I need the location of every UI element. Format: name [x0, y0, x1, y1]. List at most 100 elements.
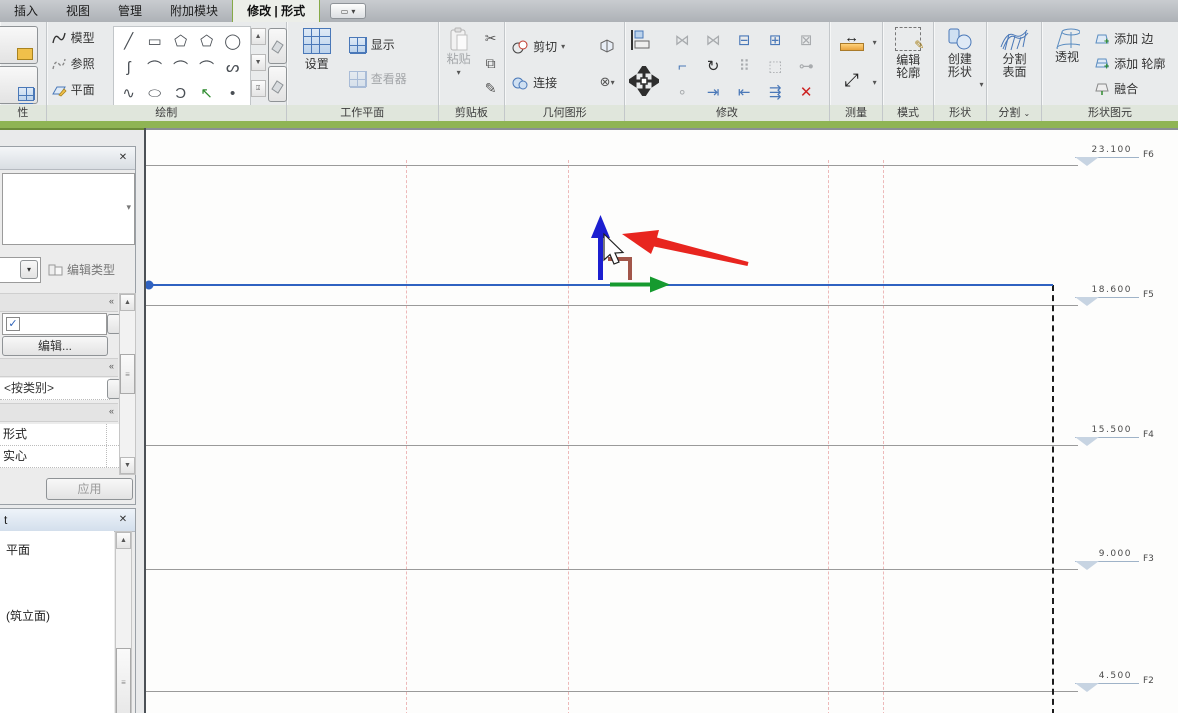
- close-icon[interactable]: ✕: [115, 150, 131, 165]
- join-geometry-button[interactable]: 连接: [511, 74, 557, 91]
- chevron-down-icon[interactable]: ▾: [979, 80, 983, 89]
- measure-between-refs-button[interactable]: ↔: [834, 28, 870, 56]
- modify-tool-array[interactable]: ⠿: [731, 54, 757, 78]
- gallery-expand[interactable]: ⍗: [251, 80, 266, 97]
- modify-tool-mirror-pick-axis[interactable]: ⋈: [669, 28, 695, 52]
- draw-reference-button[interactable]: 参照: [51, 55, 95, 72]
- modify-tool-mirror-draw-axis[interactable]: ⋈: [700, 28, 726, 52]
- ribbon-display-toggle[interactable]: ▭ ▾: [330, 3, 366, 19]
- move-button[interactable]: [627, 64, 661, 98]
- chevron-down-icon: ▾: [457, 66, 461, 79]
- browser-item-(筑立面)[interactable]: (筑立面): [6, 607, 50, 624]
- edit-type-button[interactable]: 编辑类型: [48, 261, 115, 278]
- paste-button[interactable]: 粘贴 ▾: [443, 27, 475, 79]
- draw-tool-inscribed-polygon[interactable]: ⬠: [169, 29, 193, 53]
- scrollbar-thumb[interactable]: ≡: [116, 648, 131, 713]
- draw-on-plane-button[interactable]: [268, 66, 287, 102]
- xray-button[interactable]: 透视: [1046, 27, 1088, 64]
- draw-model-button[interactable]: 模型: [51, 29, 95, 46]
- draw-plane-button[interactable]: 平面: [51, 81, 95, 98]
- modify-tool-trim-extend-corner[interactable]: ⇥: [700, 80, 726, 104]
- clipboard-tool-match-type[interactable]: ✎: [479, 76, 503, 100]
- scroll-up-icon[interactable]: ▲: [120, 294, 135, 311]
- scroll-up-icon[interactable]: ▲: [116, 532, 131, 549]
- add-edge-button[interactable]: + 添加 边: [1094, 30, 1153, 47]
- ribbon-tab-视图[interactable]: 视图: [52, 0, 104, 22]
- ribbon-tab-管理[interactable]: 管理: [104, 0, 156, 22]
- draw-tool-pick-lines[interactable]: ↖: [195, 81, 219, 105]
- checkbox-checked-icon[interactable]: ✓: [6, 317, 20, 331]
- ribbon-tab-附加模块[interactable]: 附加模块: [156, 0, 232, 22]
- add-profile-button[interactable]: + 添加 轮廓: [1094, 55, 1165, 72]
- divide-surface-button[interactable]: 分割表面: [994, 27, 1034, 79]
- viewer-button[interactable]: 查看器: [349, 70, 407, 87]
- close-icon[interactable]: ✕: [115, 512, 131, 527]
- cut-geometry-button[interactable]: 剪切 ▾: [511, 38, 565, 55]
- draw-tool-line[interactable]: ╱: [117, 29, 141, 53]
- draw-tool-point[interactable]: •: [221, 81, 245, 105]
- chevron-down-icon[interactable]: ▾: [873, 78, 877, 87]
- draw-tool-circle[interactable]: ◯: [221, 29, 245, 53]
- properties-scrollbar[interactable]: ▲ ≡ ▼: [119, 293, 136, 475]
- clipboard-tool-copy[interactable]: ⧉: [479, 51, 503, 75]
- edit-button[interactable]: 编辑...: [2, 336, 108, 356]
- gallery-scroll-down[interactable]: ▼: [251, 54, 266, 71]
- draw-tool-start-end-radius-arc[interactable]: ⌒: [169, 55, 193, 79]
- modify-tool-trim-corner[interactable]: ∘: [669, 80, 695, 104]
- properties-partial-button-top[interactable]: [0, 26, 38, 64]
- parameter-row-形式[interactable]: 形式: [0, 424, 121, 446]
- instance-group-header[interactable]: «: [0, 293, 118, 312]
- modify-tool-delete[interactable]: ✕: [793, 80, 819, 104]
- draw-tool-fillet-arc[interactable]: ʃ: [117, 55, 141, 79]
- panel-launcher-icon[interactable]: ⌄: [1023, 109, 1030, 118]
- search-combo[interactable]: ▾: [0, 257, 41, 283]
- modify-tool-offset[interactable]: ⌐: [669, 54, 695, 78]
- draw-tool-tangent-end-arc[interactable]: ⌒: [195, 55, 219, 79]
- ribbon-tab-插入[interactable]: 插入: [0, 0, 52, 22]
- browser-item-平面[interactable]: 平面: [6, 541, 30, 558]
- identity-group-header[interactable]: «: [0, 403, 118, 422]
- ribbon-tab-active[interactable]: 修改 | 形式: [232, 0, 320, 22]
- demolish-button[interactable]: ⊗▾: [595, 70, 619, 94]
- browser-scrollbar[interactable]: ▲ ≡: [115, 531, 132, 713]
- draw-tool-rectangle[interactable]: ▭: [143, 29, 167, 53]
- dissolve-button[interactable]: 融合: [1094, 80, 1138, 97]
- create-form-button[interactable]: 创建形状: [940, 27, 980, 79]
- panel-label: 性: [0, 105, 46, 121]
- draw-tool-ellipse[interactable]: ⬭: [143, 81, 167, 105]
- draw-tool-partial-ellipse[interactable]: Ɔ: [169, 81, 193, 105]
- draw-on-face-button[interactable]: [268, 28, 287, 64]
- modify-tool-rotate[interactable]: ↻: [700, 54, 726, 78]
- line-endpoint-handle[interactable]: [146, 281, 154, 290]
- wall-by-face-button[interactable]: [595, 34, 619, 58]
- drawing-canvas[interactable]: 23.100F618.600F515.500F49.000F34.500F2: [146, 128, 1178, 713]
- draw-tool-circumscribed-polygon[interactable]: ⬠: [195, 29, 219, 53]
- modify-tool-trim-extend-multiple[interactable]: ⇶: [762, 80, 788, 104]
- modify-tool-scale[interactable]: ⬚: [762, 54, 788, 78]
- clipboard-tool-cut[interactable]: ✂: [479, 26, 503, 50]
- show-work-plane-button[interactable]: 显示: [349, 36, 395, 53]
- modify-tool-pin[interactable]: ⊶: [793, 54, 819, 78]
- chevron-down-icon[interactable]: ▾: [873, 38, 877, 47]
- apply-button[interactable]: 应用: [46, 478, 133, 500]
- type-selector[interactable]: ▾: [2, 173, 135, 245]
- properties-partial-button-bottom[interactable]: [0, 66, 38, 104]
- gallery-scroll-up[interactable]: ▲: [251, 28, 266, 45]
- parameter-row-实心[interactable]: 实心: [0, 446, 121, 468]
- measure-along-element-button[interactable]: ⤢: [836, 66, 868, 94]
- scroll-down-icon[interactable]: ▼: [120, 457, 135, 474]
- materials-group-header[interactable]: «: [0, 358, 118, 377]
- draw-tool-center-ends-arc[interactable]: ⌒: [143, 55, 167, 79]
- draw-tool-spline[interactable]: ∿: [117, 81, 141, 105]
- draw-tool-spline-through-points[interactable]: ᔕ: [221, 55, 245, 79]
- gizmo-x-arrow[interactable]: [610, 277, 670, 293]
- modify-tool-unjoin[interactable]: ⊠: [793, 28, 819, 52]
- by-category-value[interactable]: <按类别>: [0, 378, 110, 400]
- modify-tool-split-with-gap[interactable]: ⊞: [762, 28, 788, 52]
- align-button[interactable]: [629, 28, 653, 52]
- scrollbar-thumb[interactable]: ≡: [120, 354, 135, 394]
- modify-tool-split-element[interactable]: ⊟: [731, 28, 757, 52]
- edit-profile-button[interactable]: ✎ 编辑轮廓: [889, 27, 927, 80]
- set-work-plane-button[interactable]: 设置: [295, 28, 339, 71]
- modify-tool-trim-extend-single[interactable]: ⇤: [731, 80, 757, 104]
